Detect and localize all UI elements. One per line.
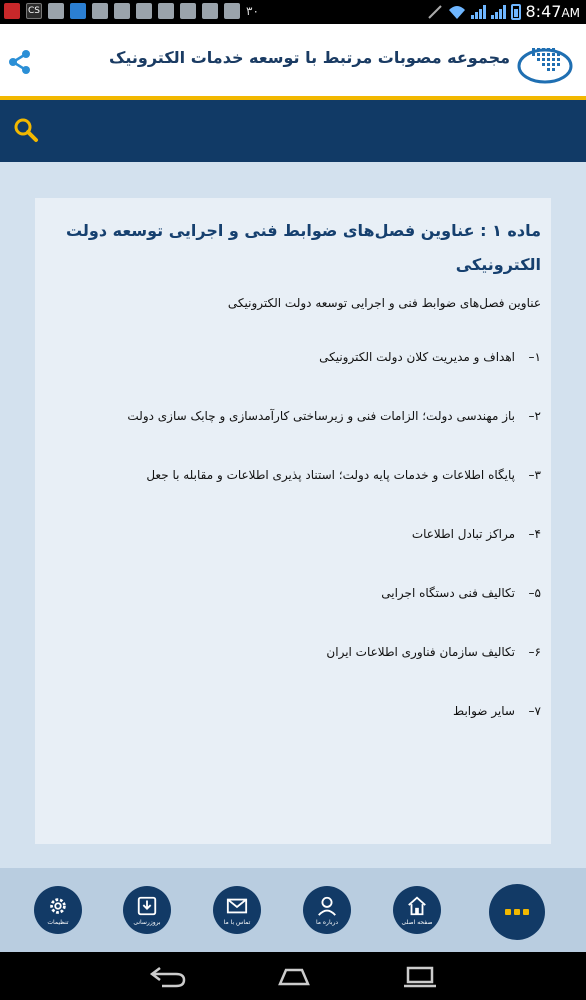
update-button[interactable]: بروزرسانی <box>123 886 171 934</box>
search-bar <box>0 100 586 162</box>
message-icon <box>92 3 108 19</box>
article-card: ماده ۱ : عناوین فصل‌های ضوابط فنی و اجرا… <box>35 198 551 844</box>
search-icon <box>14 118 38 142</box>
contact-label: تماس با ما <box>223 918 251 926</box>
article-subtitle: عناوین فصل‌های ضوابط فنی و اجرایی توسعه … <box>227 296 541 310</box>
mail-icon <box>226 898 248 913</box>
signal-bars-icon <box>470 4 486 19</box>
home-label: صفحه اصلی <box>401 918 433 926</box>
more-button[interactable] <box>489 884 545 940</box>
app-notification-icon <box>4 3 20 19</box>
wifi-icon <box>448 5 465 19</box>
search-button[interactable] <box>12 116 40 144</box>
shield-icon <box>136 3 152 19</box>
status-bar: CS ۳۰ 8:47AM <box>0 0 586 24</box>
app-header: مجموعه مصوبات مرتبط با توسعه خدمات الکتر… <box>0 24 586 96</box>
wallet-icon <box>202 3 218 19</box>
page-title: مجموعه مصوبات مرتبط با توسعه خدمات الکتر… <box>108 48 510 67</box>
recents-icon <box>404 966 436 988</box>
status-number: ۳۰ <box>246 4 259 18</box>
list-item: ۷–سایر ضوابط <box>453 704 541 718</box>
cs-icon: CS <box>26 3 42 19</box>
more-icon <box>505 909 529 915</box>
list-item: ۱–اهداف و مدیریت کلان دولت الکترونیکی <box>319 350 541 364</box>
list-item: ۵–تکالیف فنی دستگاه اجرایی <box>381 586 541 600</box>
recents-button[interactable] <box>400 964 440 988</box>
warning-icon <box>158 3 174 19</box>
status-left-icons: CS ۳۰ <box>4 3 259 19</box>
list-item: ۶–تکالیف سازمان فناوری اطلاعات ایران <box>326 645 541 659</box>
download-status-icon <box>180 3 196 19</box>
battery-icon <box>510 3 521 20</box>
home-nav-button[interactable] <box>274 964 314 988</box>
logo-icon <box>517 48 573 84</box>
signal-bars-2-icon <box>490 4 506 19</box>
share-icon <box>9 50 30 74</box>
update-label: بروزرسانی <box>133 918 161 926</box>
image-icon <box>114 3 130 19</box>
settings-label: تنظیمات <box>47 918 69 926</box>
home-icon <box>408 896 426 915</box>
usb-icon <box>48 3 64 19</box>
user-icon <box>318 896 336 916</box>
status-time: 8:47AM <box>525 2 581 21</box>
settings-button[interactable]: تنظیمات <box>34 886 82 934</box>
no-signal-icon <box>427 4 442 19</box>
about-button[interactable]: درباره ما <box>303 886 351 934</box>
list-item: ۳–پایگاه اطلاعات و خدمات پایه دولت؛ استن… <box>146 468 541 482</box>
share-button[interactable] <box>6 48 34 76</box>
sync-icon <box>70 3 86 19</box>
bottom-navigation: تنظیمات بروزرسانی تماس با ما درباره ما ص… <box>0 868 586 952</box>
download-icon <box>137 896 157 915</box>
article-items: ۱–اهداف و مدیریت کلان دولت الکترونیکی ۲–… <box>45 328 541 741</box>
back-button[interactable] <box>148 964 188 988</box>
article-title: ماده ۱ : عناوین فصل‌های ضوابط فنی و اجرا… <box>65 221 541 274</box>
back-icon <box>149 967 186 988</box>
gallery-icon <box>224 3 240 19</box>
contact-button[interactable]: تماس با ما <box>213 886 261 934</box>
gear-icon <box>50 897 66 914</box>
status-right-icons: 8:47AM <box>427 2 581 21</box>
system-navigation-bar <box>0 952 586 1000</box>
home-button[interactable]: صفحه اصلی <box>393 886 441 934</box>
home-nav-icon <box>278 968 310 986</box>
list-item: ۲–باز مهندسی دولت؛ الزامات فنی و زیرساخت… <box>127 409 541 423</box>
list-item: ۴–مراکز تبادل اطلاعات <box>411 527 541 541</box>
about-label: درباره ما <box>315 918 339 926</box>
